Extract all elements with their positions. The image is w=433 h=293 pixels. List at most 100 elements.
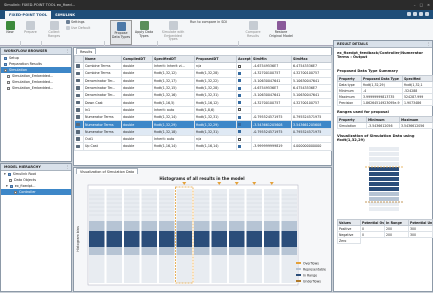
- restore-original-model-button[interactable]: Restore Original Model: [268, 21, 294, 38]
- panel-menu-icon[interactable]: ⋮: [66, 164, 69, 171]
- accept-checkbox[interactable]: [238, 130, 241, 134]
- cell-specified: fixdt(1,32,17): [152, 76, 195, 85]
- results-col-header[interactable]: SimMin: [251, 55, 292, 63]
- run-icon: [7, 86, 10, 90]
- results-tab[interactable]: Results: [76, 48, 97, 54]
- results-col-header[interactable]: SpecifiedDT: [152, 55, 195, 63]
- results-col-header[interactable]: CompiledDT: [121, 55, 153, 63]
- bit-summary-table: ValuesPotential OverflowsIn RangePotenti…: [337, 219, 433, 244]
- save-icon[interactable]: [407, 12, 411, 16]
- results-row[interactable]: Denominator Ter... double fixdt(1,32,17) fi…: [74, 76, 332, 85]
- workflow-item-embedded-3[interactable]: Simulation_Embedded...: [1, 85, 71, 91]
- minimize-button[interactable]: –: [414, 0, 416, 10]
- block-icon: [76, 122, 80, 127]
- results-row[interactable]: Down Cast double fixdt(1,16,5) fixdt(1,16,1…: [74, 98, 332, 107]
- collect-ranges-button[interactable]: Collect Ranges: [44, 21, 64, 38]
- bit-bin: [369, 147, 399, 151]
- prepare-button[interactable]: Prepare: [23, 21, 38, 35]
- results-row[interactable]: Numerator Terms double fixdt(1,32,29) fixdt…: [74, 120, 332, 129]
- model-icon: [9, 184, 13, 188]
- accept-checkbox[interactable]: [238, 123, 241, 127]
- results-row[interactable]: In1 double Inherit: auto fixdt(1,8,6): [74, 105, 332, 115]
- accept-checkbox[interactable]: [238, 93, 241, 97]
- expand-icon[interactable]: ▾: [4, 171, 6, 177]
- cell-proposed: fixdt(1,32,31): [194, 91, 237, 100]
- results-row[interactable]: Denominator Ter... double fixdt(1,32,16) fi…: [74, 91, 332, 100]
- cell-proposed: fixdt(1,32,31): [194, 127, 237, 136]
- settings-dropdown[interactable]: Settings: [66, 20, 85, 25]
- cell-compiled: double: [121, 113, 153, 122]
- expand-icon[interactable]: ▾: [6, 183, 8, 189]
- workflow-browser-panel: WORKFLOW BROWSER ⋮ Setup Preparation Resu…: [0, 47, 72, 162]
- cell-proposed: fixdt(1,32,22): [194, 76, 237, 85]
- in-range-bar: [211, 231, 227, 247]
- results-row[interactable]: Denominator Ter... double fixdt(1,32,15) fi…: [74, 83, 332, 93]
- results-row[interactable]: Combine Terms double fixdt(1,32,12) fixdt(1…: [74, 69, 332, 78]
- bit-bin: [369, 167, 399, 171]
- block-icon: [76, 108, 80, 112]
- panel-menu-icon[interactable]: ⋮: [66, 48, 69, 55]
- compare-results-button[interactable]: Compare Results: [242, 21, 264, 38]
- results-col-header[interactable]: SimMax: [291, 55, 332, 63]
- accept-checkbox[interactable]: [238, 144, 241, 148]
- results-col-header[interactable]: [74, 55, 84, 63]
- help-icon[interactable]: [425, 12, 429, 16]
- ranges-heading: Ranges used for proposal: [337, 110, 389, 114]
- cell-simmin: -0.795524571975: [251, 127, 292, 136]
- ranges-cell: -3.5436612056: [366, 122, 400, 129]
- maximize-button[interactable]: □: [420, 0, 423, 10]
- results-col-header[interactable]: Name: [83, 55, 122, 63]
- bit-row-label: Zero: [337, 237, 361, 244]
- bit-bin: [369, 172, 399, 176]
- cell-simmin: [251, 105, 292, 115]
- proposed-summary-heading: Proposed Data Type Summary: [337, 69, 398, 73]
- overflow-marker: [182, 182, 187, 185]
- block-icon: [76, 71, 80, 76]
- cell-simmax: [291, 134, 332, 144]
- apply-data-types-button[interactable]: Apply Data Types: [134, 21, 154, 38]
- results-row[interactable]: Out1 double Inherit: auto n/a: [74, 134, 332, 144]
- use-default-toggle[interactable]: Use Default: [66, 26, 90, 31]
- accept-checkbox[interactable]: [238, 64, 241, 68]
- accept-checkbox[interactable]: [238, 101, 241, 105]
- histogram-ylabel: Histogram bins: [76, 226, 80, 252]
- cell-name: Denominator Ter...: [83, 83, 122, 93]
- block-icon: [76, 137, 80, 141]
- cell-simmin: -3.543661205608: [251, 120, 292, 129]
- new-button[interactable]: New: [3, 21, 17, 35]
- results-row[interactable]: Numerator Terms double fixdt(1,32,14) fixdt…: [74, 113, 332, 122]
- preparation-icon: [4, 62, 7, 66]
- tree-controller[interactable]: Controller: [1, 189, 71, 195]
- accept-checkbox[interactable]: [238, 79, 241, 83]
- cell-simmin: -4.32700100757: [251, 69, 292, 78]
- close-button[interactable]: ×: [427, 0, 430, 10]
- cell-simmin: -4.67549536E7: [251, 61, 292, 71]
- bit-row: Zero: [337, 237, 433, 244]
- simulate-embedded-button[interactable]: Simulate with Embedded Types: [160, 21, 186, 42]
- redo-icon[interactable]: [419, 12, 423, 16]
- accept-checkbox[interactable]: [238, 71, 241, 75]
- panel-menu-icon[interactable]: ⋮: [427, 41, 430, 48]
- tab-simulink[interactable]: SIMULINK: [51, 11, 79, 19]
- overflow-marker: [217, 182, 222, 185]
- cell-name: Down Cast: [83, 98, 122, 107]
- accept-checkbox[interactable]: [238, 108, 241, 112]
- results-row[interactable]: Up Cast double fixdt(1,16,14) fixdt(1,16,14…: [74, 142, 332, 151]
- bit-cell: 200: [384, 231, 409, 238]
- in-range-bar: [281, 231, 297, 247]
- results-row[interactable]: Numerator Terms double fixdt(1,32,18) fixdt…: [74, 127, 332, 136]
- accept-checkbox[interactable]: [238, 86, 241, 90]
- run-to-compare-dropdown[interactable]: Run to compare in SDI: [190, 20, 227, 25]
- propose-data-types-button[interactable]: Propose Data Types: [110, 20, 132, 45]
- cell-simmin: -0.795524571975: [251, 113, 292, 122]
- accept-checkbox[interactable]: [238, 137, 241, 141]
- results-col-header[interactable]: ProposedDT: [194, 55, 237, 63]
- results-row[interactable]: Combine Terms double Inherit: Inherit vi..…: [74, 61, 332, 71]
- undo-icon[interactable]: [413, 12, 417, 16]
- fixed-point-tool-window: Simulink: FIXED-POINT TOOL ex_fixed... –…: [0, 0, 433, 293]
- accept-checkbox[interactable]: [238, 115, 241, 119]
- cell-specified: fixdt(1,32,29): [152, 120, 195, 129]
- overflow-marker: [269, 182, 274, 185]
- tab-fixed-point-tool[interactable]: FIXED-POINT TOOL: [5, 10, 52, 19]
- results-col-header[interactable]: Accept: [236, 55, 252, 63]
